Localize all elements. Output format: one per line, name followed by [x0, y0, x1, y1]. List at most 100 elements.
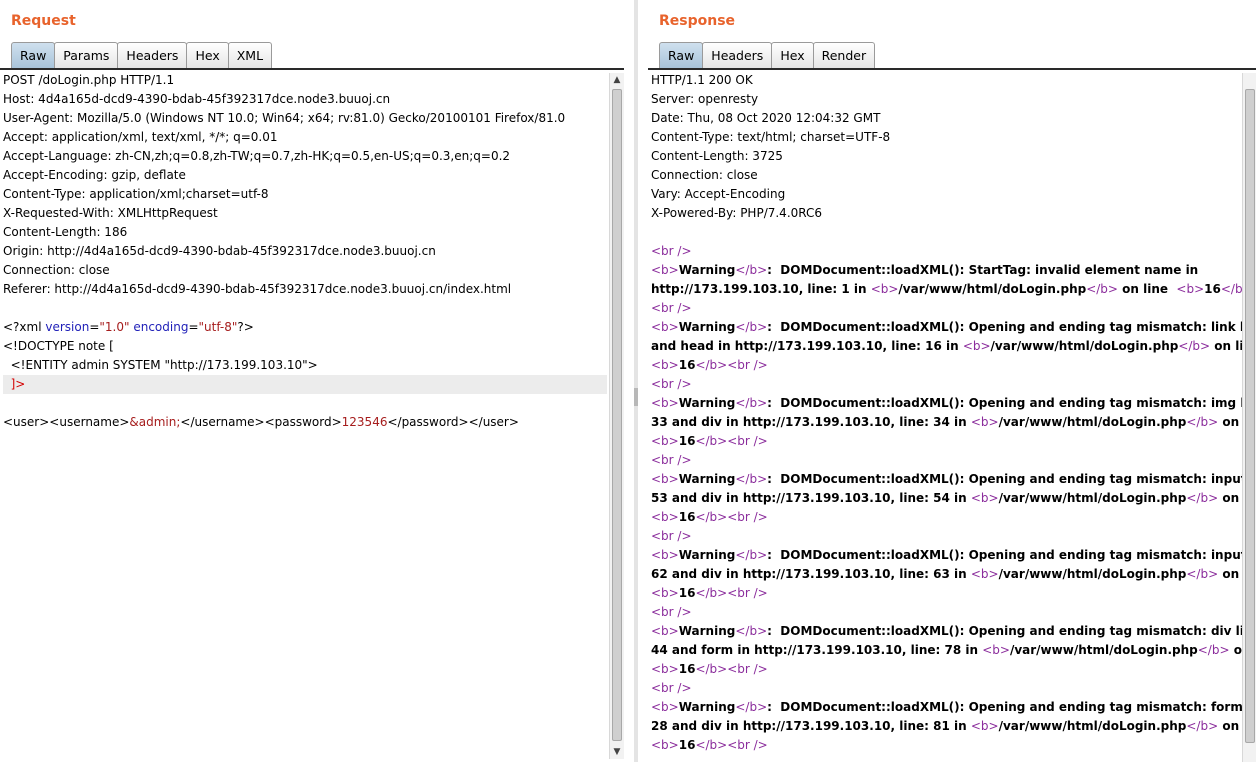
br-tag: <br />	[651, 377, 692, 391]
request-line: Host: 4d4a165d-dcd9-4390-bdab-45f392317d…	[3, 92, 391, 106]
request-title: Request	[11, 13, 76, 29]
panel-splitter[interactable]	[634, 0, 638, 762]
b-open-tag: <b>	[651, 586, 679, 600]
warning-text: : DOMDocument::loadXML(): StartTag: inva…	[767, 263, 1199, 277]
splitter-grip[interactable]	[634, 388, 638, 406]
b-close-tag: </b>	[695, 662, 728, 676]
b-open-tag: <b>	[962, 339, 991, 353]
warning-word: Warning	[678, 624, 736, 638]
warning-line: <b>Warning</b>: DOMDocument::loadXML(): …	[651, 698, 1249, 717]
br-tag: <br />	[651, 301, 692, 315]
html-br-line: <br />	[651, 451, 1249, 470]
xml-version-val: "1.0"	[99, 320, 130, 334]
br-tag: <br />	[651, 529, 692, 543]
response-tab-render[interactable]: Render	[812, 42, 876, 68]
br-tag: <br />	[651, 453, 692, 467]
warning-line: <b>Warning</b>: DOMDocument::loadXML(): …	[651, 622, 1249, 641]
warning-text: : DOMDocument::loadXML(): Opening and en…	[767, 700, 1249, 714]
request-scroll-thumb[interactable]	[612, 89, 622, 741]
request-tab-raw[interactable]: Raw	[11, 42, 56, 68]
b-open-tag: <b>	[970, 567, 999, 581]
response-editor[interactable]: HTTP/1.1 200 OK Server: openresty Date: …	[651, 71, 1249, 762]
warning-line: <b>16</b><br />	[651, 356, 1249, 375]
response-tab-underline	[648, 68, 1256, 70]
xml-decl-open: <?xml	[3, 320, 46, 334]
b-open-tag: <b>	[651, 472, 679, 486]
warning-text: 53 and div in http://173.199.103.10, lin…	[651, 491, 971, 505]
b-close-tag: </b>	[1178, 339, 1211, 353]
request-editor[interactable]: POST /doLogin.php HTTP/1.1 Host: 4d4a165…	[3, 71, 607, 762]
entity-reference: &admin;	[129, 415, 181, 429]
b-open-tag: <b>	[651, 662, 679, 676]
br-tag: <br />	[651, 681, 692, 695]
scroll-down-arrow-icon[interactable]: ▼	[610, 745, 624, 759]
br-tag: <br />	[727, 586, 768, 600]
response-scroll-thumb[interactable]	[1245, 89, 1255, 743]
b-close-tag: </b>	[1186, 719, 1219, 733]
html-br-line: <br />	[651, 603, 1249, 622]
request-panel: Request Raw Params Headers Hex XML POST …	[0, 0, 628, 762]
doctype-line: <!DOCTYPE note [	[3, 339, 114, 353]
password-open-tag: <password>	[264, 415, 342, 429]
b-open-tag: <b>	[651, 320, 679, 334]
b-open-tag: <b>	[651, 700, 679, 714]
xml-encoding-val: "utf-8"	[198, 320, 238, 334]
b-open-tag: <b>	[651, 358, 679, 372]
response-scrollbar[interactable]	[1242, 73, 1256, 762]
xml-declaration: <?xml version="1.0" encoding="utf-8"?>	[3, 320, 254, 334]
response-tab-hex[interactable]: Hex	[771, 42, 814, 68]
b-close-tag: </b>	[695, 434, 728, 448]
warning-word: Warning	[678, 548, 736, 562]
warning-line: and head in http://173.199.103.10, line:…	[651, 337, 1249, 356]
b-open-tag: <b>	[870, 282, 899, 296]
warning-line: http://173.199.103.10, line: 1 in <b>/va…	[651, 280, 1249, 299]
warning-text: : DOMDocument::loadXML(): Opening and en…	[767, 548, 1249, 562]
warning-line: <b>16</b><br />	[651, 660, 1249, 679]
request-tab-headers[interactable]: Headers	[117, 42, 188, 68]
request-tab-params[interactable]: Params	[54, 42, 119, 68]
response-tab-headers[interactable]: Headers	[702, 42, 773, 68]
username-close-tag: </username>	[180, 415, 265, 429]
xml-decl-close: ?>	[237, 320, 254, 334]
warning-line: 53 and div in http://173.199.103.10, lin…	[651, 489, 1249, 508]
b-open-tag: <b>	[970, 415, 999, 429]
warning-line: <b>16</b><br />	[651, 736, 1249, 755]
b-open-tag: <b>	[651, 434, 679, 448]
b-open-tag: <b>	[1176, 282, 1205, 296]
request-tab-xml[interactable]: XML	[227, 42, 273, 68]
request-line: X-Requested-With: XMLHttpRequest	[3, 206, 218, 220]
scroll-up-arrow-icon[interactable]: ▲	[610, 73, 624, 87]
request-line: Connection: close	[3, 263, 110, 277]
request-tab-hex[interactable]: Hex	[186, 42, 229, 68]
br-tag: <br />	[727, 358, 768, 372]
b-open-tag: <b>	[651, 624, 679, 638]
response-tab-raw[interactable]: Raw	[659, 42, 704, 68]
b-close-tag: </b>	[735, 396, 768, 410]
b-close-tag: </b>	[735, 263, 768, 277]
html-br-line: <br />	[651, 375, 1249, 394]
file-path: /var/www/html/doLogin.php	[1009, 643, 1198, 657]
b-close-tag: </b>	[735, 472, 768, 486]
b-close-tag: </b>	[735, 624, 768, 638]
response-header-line: Server: openresty	[651, 92, 759, 106]
br-tag: <br />	[727, 510, 768, 524]
warning-word: Warning	[678, 472, 736, 486]
request-line: User-Agent: Mozilla/5.0 (Windows NT 10.0…	[3, 111, 566, 125]
entity-line: <!ENTITY admin SYSTEM "http://173.199.10…	[3, 358, 318, 372]
line-number: 16	[678, 738, 696, 752]
line-number: 16	[678, 662, 696, 676]
file-path: /var/www/html/doLogin.php	[998, 491, 1187, 505]
html-br-line: <br />	[651, 299, 1249, 318]
b-close-tag: </b>	[735, 700, 768, 714]
b-open-tag: <b>	[970, 491, 999, 505]
request-line: POST /doLogin.php HTTP/1.1	[3, 73, 175, 87]
request-scrollbar[interactable]: ▲ ▼	[609, 73, 624, 759]
html-br-line: <br />	[651, 242, 1249, 261]
request-line: Origin: http://4d4a165d-dcd9-4390-bdab-4…	[3, 244, 436, 258]
warning-text: : DOMDocument::loadXML(): Opening and en…	[767, 624, 1249, 638]
warning-text: : DOMDocument::loadXML(): Opening and en…	[767, 320, 1249, 334]
response-header-line: Content-Length: 3725	[651, 149, 783, 163]
b-close-tag: </b>	[1197, 643, 1230, 657]
